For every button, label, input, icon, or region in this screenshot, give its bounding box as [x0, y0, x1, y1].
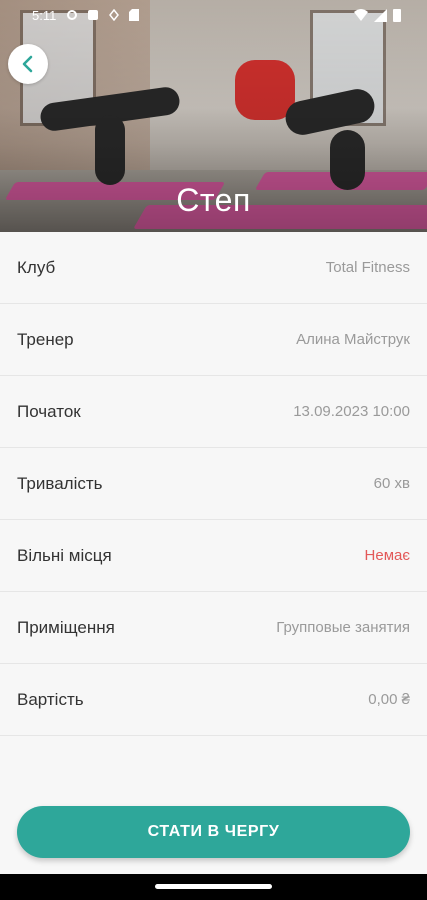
- detail-value: 13.09.2023 10:00: [293, 403, 410, 420]
- status-time: 5:11: [32, 7, 57, 23]
- detail-value: Алина Майструк: [296, 331, 410, 348]
- detail-row-start: Початок 13.09.2023 10:00: [0, 376, 427, 448]
- detail-label: Приміщення: [17, 617, 115, 637]
- detail-label: Вільні місця: [17, 545, 112, 565]
- detail-label: Клуб: [17, 257, 56, 277]
- detail-value: 0,00 ₴: [368, 691, 410, 708]
- detail-row-club: Клуб Total Fitness: [0, 232, 427, 304]
- sd-card-icon: [129, 9, 140, 21]
- detail-label: Тренер: [17, 329, 74, 349]
- battery-icon: [393, 9, 401, 22]
- detail-row-duration: Тривалість 60 хв: [0, 448, 427, 520]
- detail-label: Початок: [17, 401, 81, 421]
- location-icon: [109, 9, 120, 21]
- detail-label: Вартість: [17, 689, 84, 709]
- wifi-icon: [354, 9, 368, 21]
- play-protect-icon: [88, 10, 99, 20]
- back-button[interactable]: [8, 44, 48, 84]
- join-queue-button[interactable]: СТАТИ В ЧЕРГУ: [17, 806, 410, 858]
- free-spots-status: Немає: [364, 547, 410, 564]
- details-list: Клуб Total Fitness Тренер Алина Майструк…: [0, 232, 427, 736]
- detail-value: 60 хв: [373, 475, 410, 492]
- detail-row-trainer: Тренер Алина Майструк: [0, 304, 427, 376]
- hero-image: 5:11 Степ: [0, 0, 427, 240]
- detail-row-room: Приміщення Групповые занятия: [0, 592, 427, 664]
- status-bar: 5:11: [0, 0, 427, 30]
- home-gesture-handle[interactable]: [155, 884, 272, 889]
- detail-label: Тривалість: [17, 473, 103, 493]
- detail-row-price: Вартість 0,00 ₴: [0, 664, 427, 736]
- chevron-left-icon: [22, 55, 33, 73]
- detail-value: Групповые занятия: [276, 619, 410, 636]
- detail-row-free-spots: Вільні місця Немає: [0, 520, 427, 592]
- signal-icon: [374, 8, 387, 22]
- detail-value: Total Fitness: [325, 259, 410, 276]
- settings-icon: [67, 10, 78, 20]
- class-title: Степ: [176, 182, 251, 218]
